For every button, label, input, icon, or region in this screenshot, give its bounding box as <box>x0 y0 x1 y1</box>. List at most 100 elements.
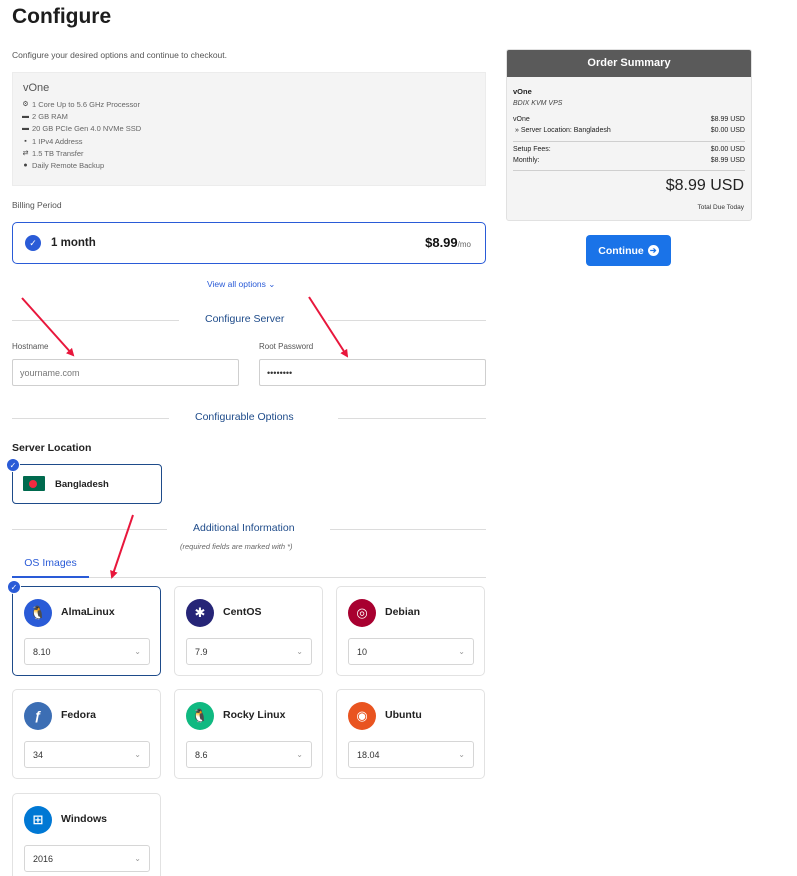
transfer-icon: ⇄ <box>22 150 29 158</box>
page-title: Configure <box>12 5 112 28</box>
os-version-select[interactable]: 7.9 ⌄ <box>186 638 312 665</box>
billing-price: $8.99/mo <box>425 235 471 250</box>
chevron-down-icon: ⌄ <box>268 279 276 289</box>
cpu-icon: ⚙ <box>22 101 29 109</box>
page-subtitle: Configure your desired options and conti… <box>12 50 227 60</box>
additional-info-divider: Additional Information <box>12 522 486 536</box>
order-summary-heading: Order Summary <box>507 50 751 77</box>
os-option-ubuntu[interactable]: ◉ Ubuntu 18.04 ⌄ <box>336 689 485 779</box>
check-icon: ✓ <box>25 235 41 251</box>
os-name: Windows <box>61 813 107 825</box>
summary-line-value: $0.00 USD <box>710 127 745 134</box>
fedora-icon: ƒ <box>24 702 52 730</box>
windows-icon: ⊞ <box>24 806 52 834</box>
feature-text: 1.5 TB Transfer <box>32 148 84 158</box>
debian-icon: ◎ <box>348 599 376 627</box>
os-option-rocky-linux[interactable]: 🐧 Rocky Linux 8.6 ⌄ <box>174 689 323 779</box>
os-name: Debian <box>385 606 421 618</box>
continue-label: Continue <box>598 244 644 257</box>
os-option-fedora[interactable]: ƒ Fedora 34 ⌄ <box>12 689 161 779</box>
divider-line <box>12 320 179 321</box>
location-name: Bangladesh <box>55 479 109 490</box>
os-name: Ubuntu <box>385 709 422 721</box>
root-password-label: Root Password <box>259 342 314 351</box>
os-version-value: 8.6 <box>195 750 208 760</box>
chevron-down-icon: ⌄ <box>134 854 141 863</box>
ram-icon: ▬ <box>22 112 29 120</box>
feature-item: ▬ 2 GB RAM <box>21 110 141 122</box>
os-name: CentOS <box>223 606 262 618</box>
os-version-value: 34 <box>33 750 44 760</box>
summary-setup-label: Setup Fees: <box>513 146 551 153</box>
summary-line-label: vOne <box>513 116 530 123</box>
chevron-down-icon: ⌄ <box>458 647 465 656</box>
summary-line-product: vOne $8.99 USD <box>513 116 745 123</box>
root-password-input[interactable] <box>259 359 486 386</box>
summary-product-name: vOne <box>513 87 532 96</box>
feature-text: 2 GB RAM <box>32 111 68 121</box>
billing-option-1-month[interactable]: ✓ 1 month $8.99/mo <box>12 222 486 264</box>
product-details: vOne ⚙ 1 Core Up to 5.6 GHz Processor ▬ 2 G… <box>12 72 486 186</box>
additional-info-heading: Additional Information <box>193 522 295 534</box>
required-fields-note: (required fields are marked with *) <box>180 542 293 551</box>
os-name: AlmaLinux <box>61 606 115 618</box>
feature-item: ⇄ 1.5 TB Transfer <box>21 147 141 159</box>
os-option-windows[interactable]: ⊞ Windows 2016 ⌄ <box>12 793 161 876</box>
summary-divider <box>513 141 745 142</box>
continue-button[interactable]: Continue ➔ <box>586 235 671 266</box>
feature-item: ⚙ 1 Core Up to 5.6 GHz Processor <box>21 98 141 110</box>
bangladesh-flag-icon <box>23 476 45 491</box>
os-version-select[interactable]: 2016 ⌄ <box>24 845 150 872</box>
backup-icon: ● <box>23 162 28 170</box>
rockylinux-icon: 🐧 <box>186 702 214 730</box>
summary-line-location: » Server Location: Bangladesh $0.00 USD <box>513 127 745 134</box>
hostname-label: Hostname <box>12 342 49 351</box>
os-version-select[interactable]: 8.6 ⌄ <box>186 741 312 768</box>
product-name: vOne <box>23 82 50 94</box>
hostname-input[interactable] <box>12 359 239 386</box>
chevron-down-icon: ⌄ <box>296 647 303 656</box>
divider-line <box>330 529 486 530</box>
summary-divider <box>513 170 745 171</box>
os-version-value: 18.04 <box>357 750 380 760</box>
chevron-down-icon: ⌄ <box>296 750 303 759</box>
summary-total-due-label: Total Due Today <box>697 204 745 211</box>
feature-item: ▬ 20 GB PCIe Gen 4.0 NVMe SSD <box>21 123 141 135</box>
summary-setup-value: $0.00 USD <box>710 146 745 153</box>
feature-text: 1 Core Up to 5.6 GHz Processor <box>32 99 140 109</box>
os-option-debian[interactable]: ◎ Debian 10 ⌄ <box>336 586 485 676</box>
os-version-select[interactable]: 18.04 ⌄ <box>348 741 474 768</box>
os-version-select[interactable]: 10 ⌄ <box>348 638 474 665</box>
location-option-bangladesh[interactable]: Bangladesh <box>12 464 162 504</box>
billing-price-amount: $8.99 <box>425 235 458 250</box>
os-option-almalinux[interactable]: 🐧 AlmaLinux 8.10 ⌄ <box>12 586 161 676</box>
feature-item: ● Daily Remote Backup <box>21 159 141 171</box>
billing-option-name: 1 month <box>51 237 96 249</box>
tab-os-images[interactable]: OS Images <box>12 557 89 578</box>
configurable-options-heading: Configurable Options <box>195 411 294 423</box>
view-all-options-text: View all options <box>207 279 266 289</box>
summary-product-group: BDIX KVM VPS <box>513 100 563 107</box>
configure-server-divider: Configure Server <box>12 313 486 327</box>
ubuntu-icon: ◉ <box>348 702 376 730</box>
divider-line <box>328 320 486 321</box>
configure-server-heading: Configure Server <box>205 313 285 325</box>
os-version-select[interactable]: 34 ⌄ <box>24 741 150 768</box>
divider-line <box>12 418 169 419</box>
summary-monthly-label: Monthly: <box>513 157 540 164</box>
billing-price-period: /mo <box>457 240 471 249</box>
summary-setup-fees: Setup Fees: $0.00 USD <box>513 146 745 153</box>
feature-list: ⚙ 1 Core Up to 5.6 GHz Processor ▬ 2 GB RAM… <box>21 98 141 172</box>
feature-text: 20 GB PCIe Gen 4.0 NVMe SSD <box>32 124 142 134</box>
chevron-down-icon: ⌄ <box>458 750 465 759</box>
billing-period-label: Billing Period <box>12 200 62 210</box>
chevron-down-icon: ⌄ <box>134 750 141 759</box>
os-option-centos[interactable]: ✱ CentOS 7.9 ⌄ <box>174 586 323 676</box>
summary-total: $8.99 USD <box>665 177 744 194</box>
disk-icon: ▬ <box>22 125 29 133</box>
centos-icon: ✱ <box>186 599 214 627</box>
view-all-options-link[interactable]: View all options ⌄ <box>207 279 275 290</box>
os-version-select[interactable]: 8.10 ⌄ <box>24 638 150 665</box>
arrow-right-circle-icon: ➔ <box>647 245 659 256</box>
summary-line-label: » Server Location: Bangladesh <box>515 127 611 134</box>
